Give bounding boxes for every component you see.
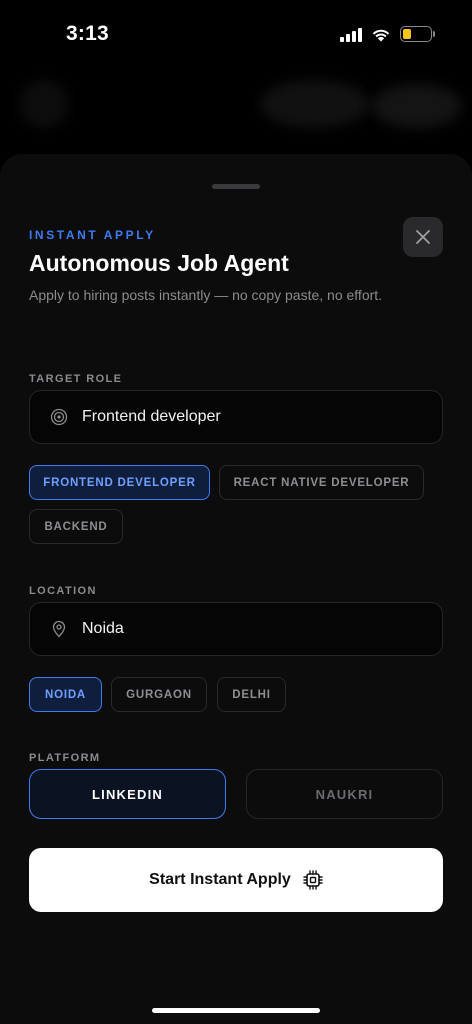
- chip-icon: [303, 870, 323, 890]
- chip-frontend-developer[interactable]: FRONTEND DEVELOPER: [29, 465, 210, 500]
- chip-react-native-developer[interactable]: REACT NATIVE DEVELOPER: [219, 465, 424, 500]
- sheet-title: Autonomous Job Agent: [29, 250, 289, 276]
- location-label: LOCATION: [29, 585, 97, 597]
- close-button[interactable]: [403, 217, 443, 257]
- chip-delhi[interactable]: DELHI: [217, 677, 286, 712]
- status-time: 3:13: [66, 22, 109, 45]
- background-blur: [260, 80, 370, 128]
- location-input[interactable]: Noida: [29, 602, 443, 656]
- location-value: Noida: [82, 620, 124, 637]
- battery-icon: [400, 26, 435, 42]
- target-role-value: Frontend developer: [82, 408, 221, 425]
- platform-label: PLATFORM: [29, 752, 101, 764]
- target-role-label: TARGET ROLE: [29, 373, 123, 385]
- background-blur: [20, 80, 68, 128]
- sheet-subtitle: Apply to hiring posts instantly — no cop…: [29, 287, 383, 303]
- map-pin-icon: [52, 620, 66, 638]
- start-instant-apply-button[interactable]: Start Instant Apply: [29, 848, 443, 912]
- target-icon: [50, 408, 68, 426]
- platform-linkedin-button[interactable]: LINKEDIN: [29, 769, 226, 819]
- wifi-icon: [372, 29, 390, 41]
- chip-gurgaon[interactable]: GURGAON: [111, 677, 207, 712]
- close-icon: [416, 230, 430, 244]
- instant-apply-sheet: INSTANT APPLY Autonomous Job Agent Apply…: [0, 154, 472, 1024]
- cellular-signal-icon: [340, 27, 362, 42]
- status-bar: 3:13: [0, 0, 472, 70]
- target-role-input[interactable]: Frontend developer: [29, 390, 443, 444]
- eyebrow-label: INSTANT APPLY: [29, 228, 156, 242]
- home-indicator: [152, 1008, 320, 1013]
- chip-backend[interactable]: BACKEND: [29, 509, 123, 544]
- status-icons: [340, 26, 435, 42]
- sheet-grabber[interactable]: [212, 184, 260, 189]
- platform-naukri-button[interactable]: NAUKRI: [246, 769, 443, 819]
- chip-noida[interactable]: NOIDA: [29, 677, 102, 712]
- start-instant-apply-label: Start Instant Apply: [149, 871, 291, 888]
- background-blur: [372, 84, 462, 128]
